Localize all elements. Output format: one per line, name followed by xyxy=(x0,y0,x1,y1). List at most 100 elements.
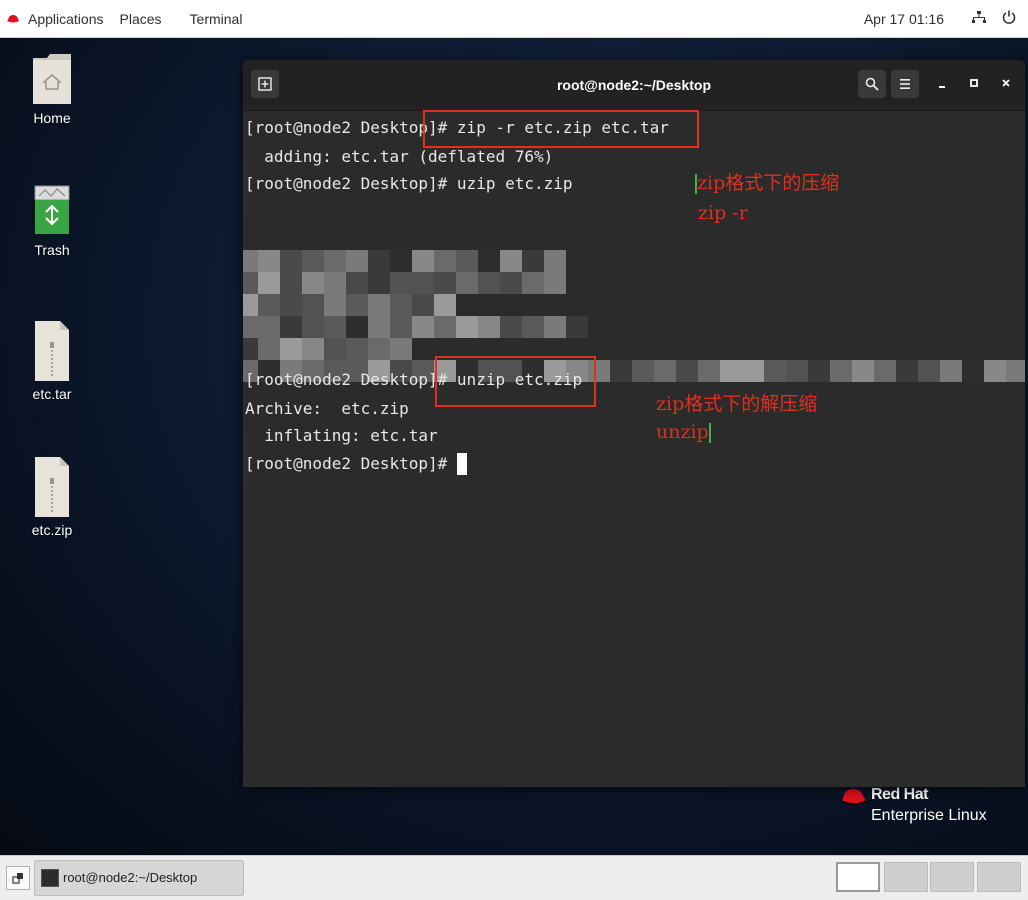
terminal-line: adding: etc.tar (deflated 76%) xyxy=(245,147,554,166)
desktop-icon-etc-zip[interactable]: etc.zip xyxy=(8,456,96,538)
redaction-pixel xyxy=(500,316,522,338)
home-folder-icon xyxy=(31,52,73,106)
redaction-pixel xyxy=(390,316,412,338)
redaction-pixel xyxy=(346,338,368,360)
hamburger-icon xyxy=(900,79,910,89)
annotation-zip-cmd: zip -r xyxy=(698,202,748,224)
redaction-pixel xyxy=(456,250,478,272)
taskbar-window-terminal[interactable]: root@node2:~/Desktop xyxy=(34,860,244,896)
archive-file-icon xyxy=(34,456,70,518)
redaction-pixel xyxy=(346,316,368,338)
close-button[interactable] xyxy=(995,74,1017,96)
applications-menu[interactable]: Applications xyxy=(22,11,110,27)
redaction-pixel xyxy=(874,360,896,382)
redhat-logo-icon xyxy=(7,14,19,22)
redaction-pixel xyxy=(522,272,544,294)
redaction-pixel xyxy=(522,250,544,272)
desktop-icon-label: etc.zip xyxy=(31,522,73,538)
annotation-unzip: unzip xyxy=(656,419,711,445)
redaction-pixel xyxy=(368,294,390,316)
redaction-pixel xyxy=(654,360,676,382)
redaction-pixel xyxy=(720,360,742,382)
redaction-pixel xyxy=(280,316,302,338)
terminal-icon xyxy=(41,869,59,887)
desktop-icon-etc-tar[interactable]: etc.tar xyxy=(8,320,96,402)
terminal-app-menu[interactable]: Terminal xyxy=(184,11,249,27)
terminal-line: Archive: etc.zip xyxy=(245,399,409,418)
redaction-pixel xyxy=(302,294,324,316)
bottom-taskbar: root@node2:~/Desktop xyxy=(0,855,1028,900)
highlight-box-unzip xyxy=(435,356,596,407)
top-bar: Applications Places Terminal Apr 17 01:1… xyxy=(0,0,1028,38)
terminal-output[interactable]: [root@node2 Desktop]# zip -r etc.zip etc… xyxy=(243,110,1025,787)
redaction-pixel xyxy=(434,294,456,316)
redaction-pixel xyxy=(962,360,984,382)
redaction-pixel xyxy=(324,294,346,316)
maximize-button[interactable] xyxy=(963,74,985,96)
annotation-zip-title: zip格式下的压缩 xyxy=(697,172,840,194)
redaction-pixel xyxy=(808,360,830,382)
text-cursor xyxy=(456,453,467,475)
redaction-pixel xyxy=(346,272,368,294)
redhat-line2: Enterprise Linux xyxy=(871,807,987,824)
show-desktop-icon xyxy=(12,873,23,884)
show-desktop-button[interactable] xyxy=(6,866,30,890)
redaction-pixel xyxy=(852,360,874,382)
redaction-pixel xyxy=(632,360,654,382)
workspace-4[interactable] xyxy=(977,862,1021,892)
taskbar-window-label: root@node2:~/Desktop xyxy=(63,870,198,885)
places-menu[interactable]: Places xyxy=(114,11,168,27)
redaction-pixel xyxy=(764,360,786,382)
redaction-pixel xyxy=(434,250,456,272)
terminal-headerbar[interactable]: root@node2:~/Desktop xyxy=(243,60,1025,111)
redaction-pixel xyxy=(544,272,566,294)
power-icon[interactable] xyxy=(998,10,1020,28)
annotation-marker xyxy=(708,423,711,443)
redaction-pixel xyxy=(368,316,390,338)
redaction-pixel xyxy=(390,294,412,316)
trash-icon xyxy=(31,184,73,238)
redaction-pixel xyxy=(456,272,478,294)
prompt-text: [root@node2 Desktop]# xyxy=(245,454,457,473)
redhat-logo-icon xyxy=(841,789,867,805)
redaction-pixel xyxy=(346,250,368,272)
minimize-button[interactable] xyxy=(931,74,953,96)
desktop-icon-home[interactable]: Home xyxy=(8,52,96,126)
desktop-icon-label: etc.tar xyxy=(32,386,72,402)
workspace-1[interactable] xyxy=(836,862,880,892)
redaction-pixel xyxy=(610,360,632,382)
redaction-pixel xyxy=(456,316,478,338)
close-icon xyxy=(1002,79,1010,87)
redaction-pixel xyxy=(243,272,258,294)
redaction-pixel xyxy=(368,338,390,360)
workspace-2[interactable] xyxy=(884,862,928,892)
search-button[interactable] xyxy=(858,70,886,98)
redaction-pixel xyxy=(280,294,302,316)
redaction-pixel xyxy=(243,250,258,272)
annotation-zip: zip格式下的压缩 xyxy=(695,170,839,196)
clock[interactable]: Apr 17 01:16 xyxy=(864,11,944,27)
redaction-pixel xyxy=(522,316,544,338)
redaction-pixel xyxy=(258,272,280,294)
redaction-pixel xyxy=(896,360,918,382)
redaction-pixel xyxy=(918,360,940,382)
redaction-pixel xyxy=(280,250,302,272)
redaction-pixel xyxy=(324,338,346,360)
menu-button[interactable] xyxy=(891,70,919,98)
redaction-pixel xyxy=(676,360,698,382)
archive-file-icon xyxy=(34,320,70,382)
redaction-pixel xyxy=(698,360,720,382)
desktop-icon-trash[interactable]: Trash xyxy=(8,184,96,258)
redaction-pixel xyxy=(346,294,368,316)
redaction-pixel xyxy=(390,338,412,360)
redaction-pixel xyxy=(830,360,852,382)
desktop-icon-label: Home xyxy=(33,110,71,126)
network-icon[interactable] xyxy=(968,10,990,28)
redaction-pixel xyxy=(368,272,390,294)
redaction-pixel xyxy=(434,272,456,294)
annotation-unzip-cmd: unzip xyxy=(656,421,709,443)
redaction-pixel xyxy=(243,316,258,338)
redaction-pixel xyxy=(258,338,280,360)
terminal-window[interactable]: root@node2:~/Desktop [root@node2 Desktop… xyxy=(243,60,1025,787)
workspace-3[interactable] xyxy=(930,862,974,892)
